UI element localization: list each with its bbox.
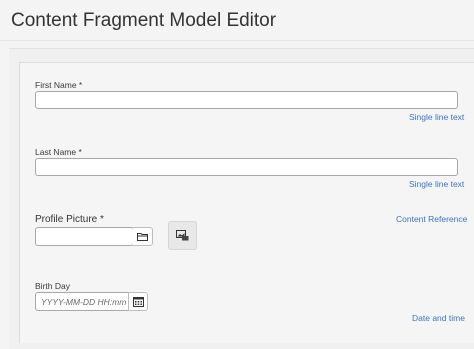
first-name-input[interactable] — [35, 91, 458, 109]
calendar-button[interactable] — [128, 292, 148, 311]
editor-header: Content Fragment Model Editor — [0, 0, 474, 41]
profile-picture-type-label: Content Reference — [396, 214, 468, 224]
last-name-type-label: Single line text — [409, 179, 465, 189]
profile-picture-label: Profile Picture * — [35, 214, 104, 225]
browse-button[interactable] — [133, 227, 153, 246]
birth-day-type-label: Date and time — [412, 313, 465, 323]
calendar-icon — [132, 297, 144, 307]
birth-day-label: Birth Day — [35, 281, 70, 291]
profile-picture-input[interactable] — [35, 227, 134, 246]
birth-day-input[interactable]: YYYY-MM-DD HH:mm — [35, 292, 130, 311]
image-icon — [176, 230, 189, 241]
last-name-input[interactable] — [35, 158, 458, 176]
thumbnail-button[interactable] — [168, 221, 197, 250]
folder-icon — [137, 233, 148, 241]
last-name-label: Last Name * — [35, 147, 82, 157]
first-name-type-label: Single line text — [409, 112, 465, 122]
first-name-label: First Name * — [35, 80, 83, 90]
page-title: Content Fragment Model Editor — [11, 10, 277, 31]
birth-day-placeholder: YYYY-MM-DD HH:mm — [41, 297, 127, 307]
